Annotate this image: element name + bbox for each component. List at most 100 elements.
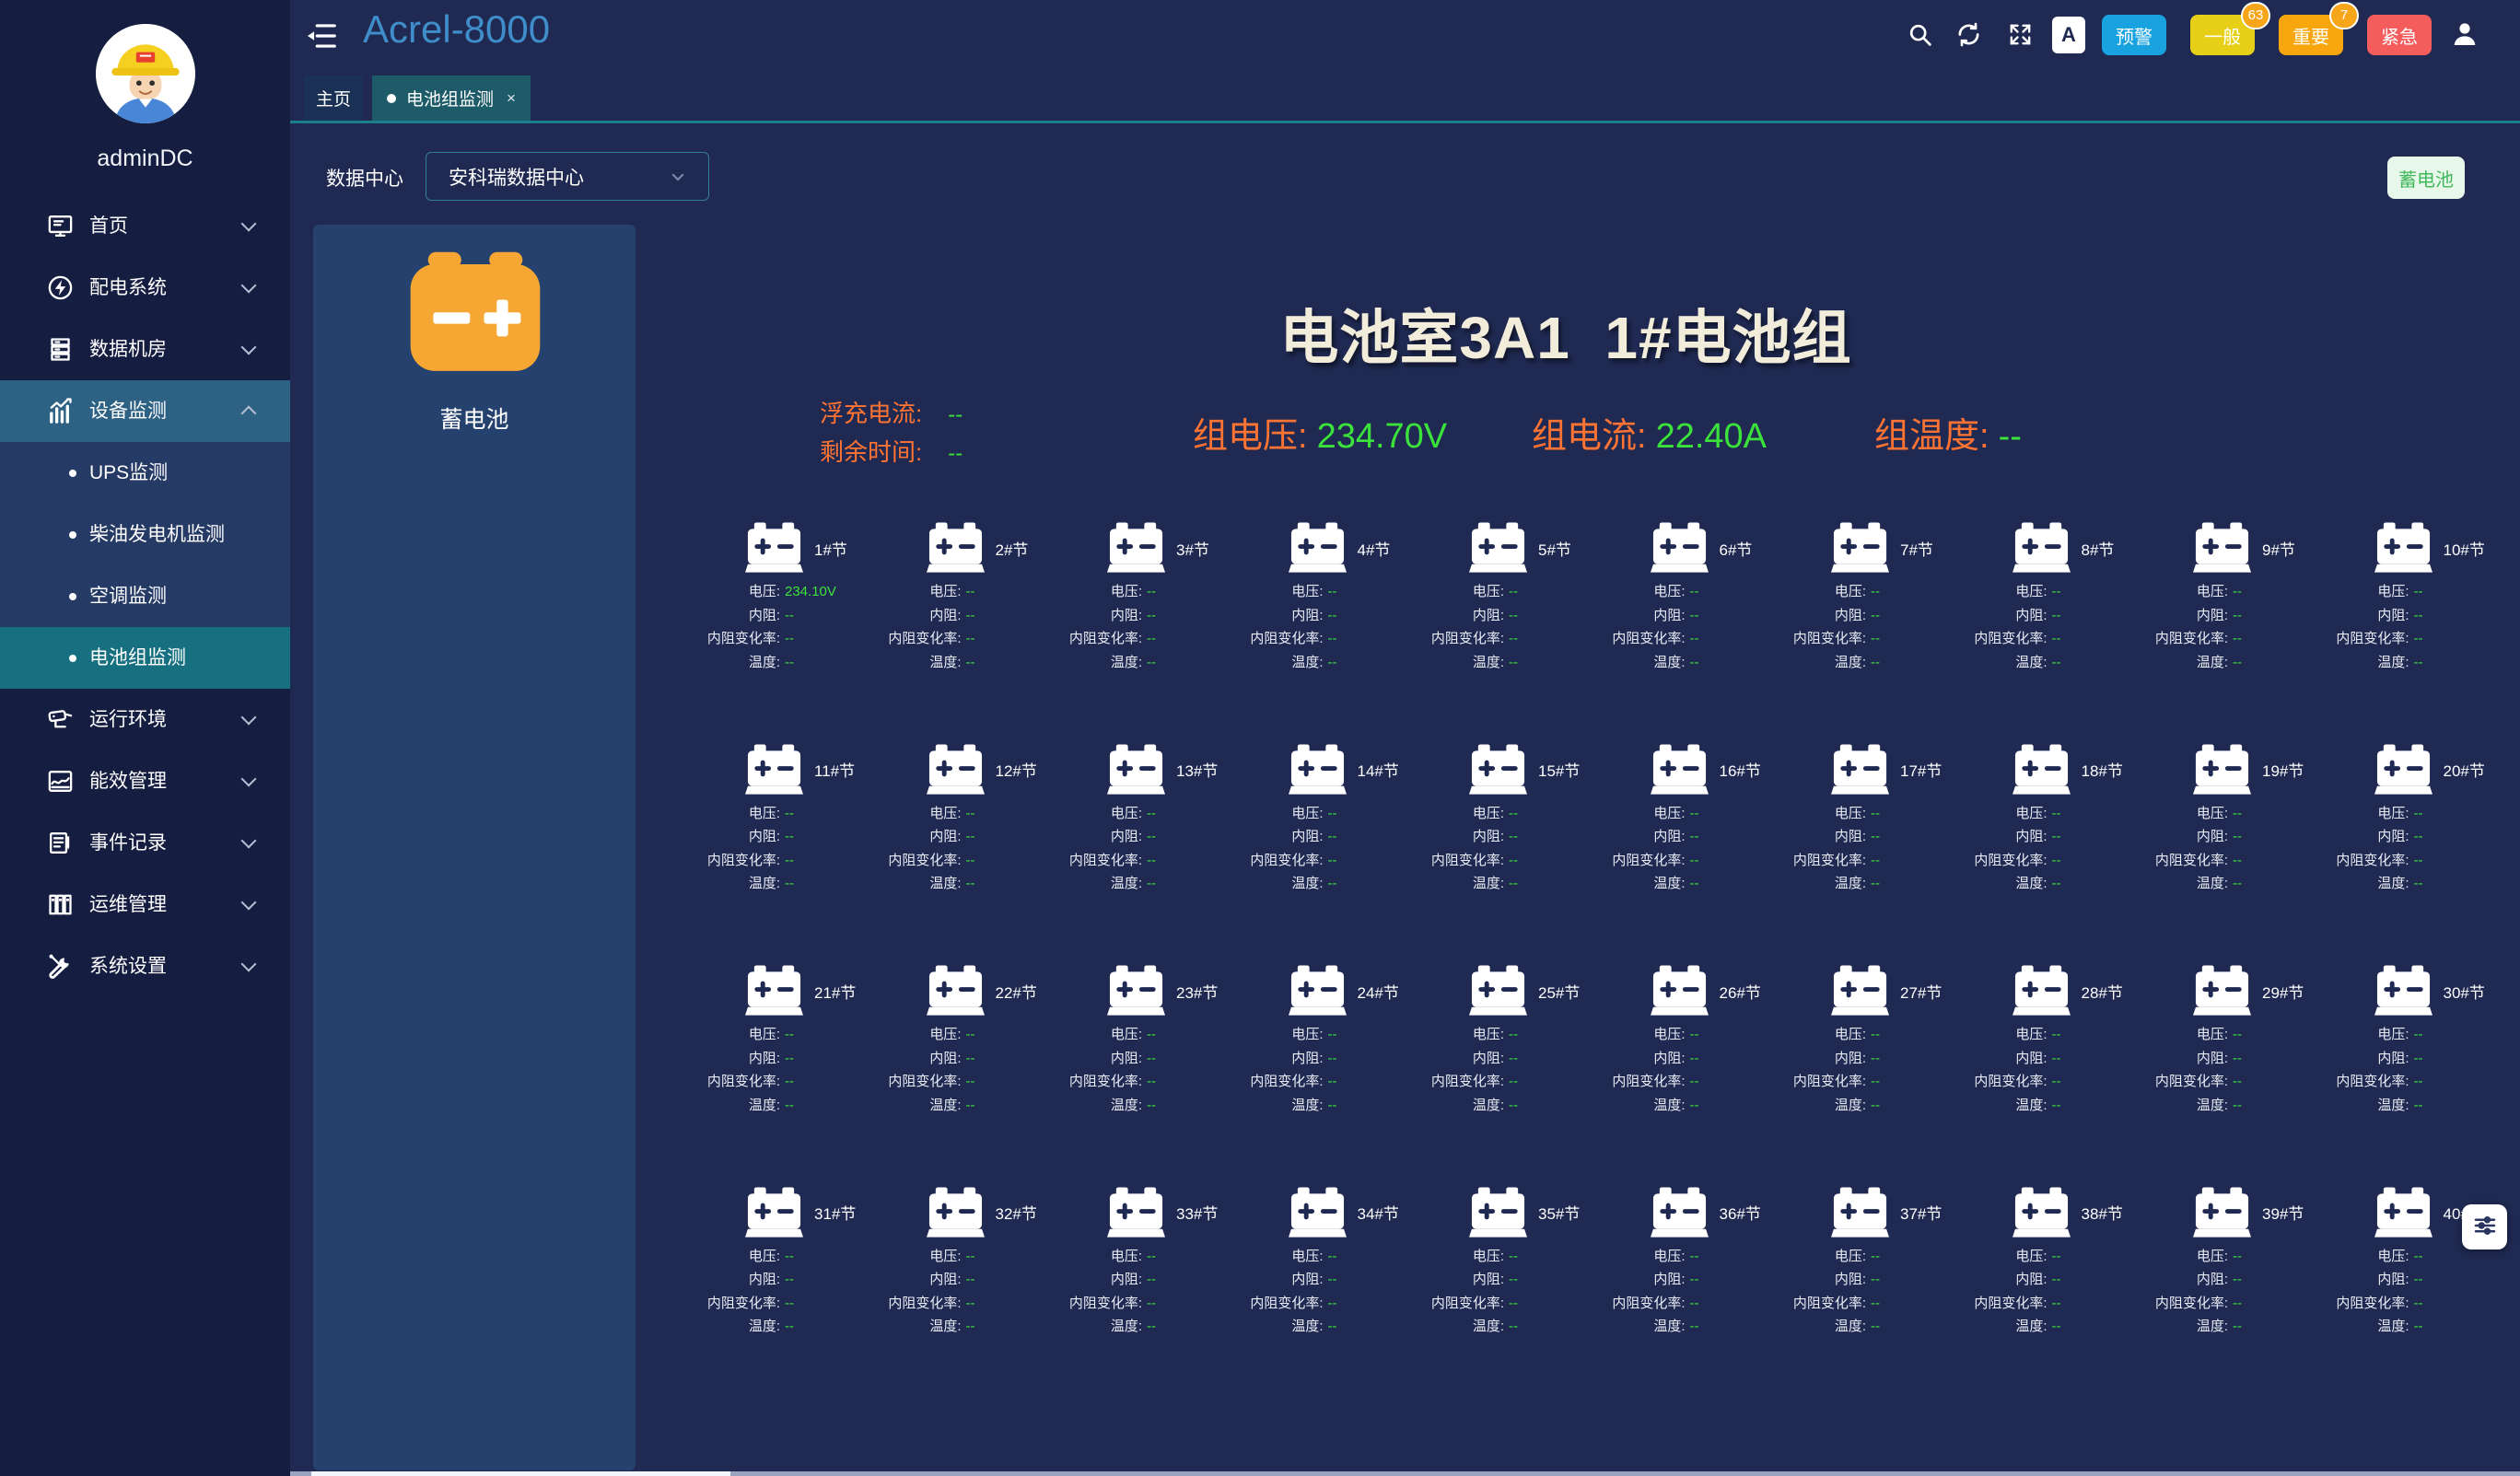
cell-field-value: -- <box>1328 872 1337 896</box>
battery-cell-39#节[interactable]: 39#节电压:--内阻:--内阻变化率:--温度:-- <box>2134 1176 2316 1398</box>
alarm-button-important[interactable]: 重要7 <box>2279 15 2343 55</box>
battery-cell-32#节[interactable]: 32#节电压:--内阻:--内阻变化率:--温度:-- <box>868 1176 1049 1398</box>
battery-cell-10#节[interactable]: 10#节电压:--内阻:--内阻变化率:--温度:-- <box>2316 511 2497 733</box>
battery-cell-26#节[interactable]: 26#节电压:--内阻:--内阻变化率:--温度:-- <box>1592 954 1773 1176</box>
sidebar-item-energy[interactable]: 能效管理 <box>0 750 290 812</box>
battery-cell-35#节[interactable]: 35#节电压:--内阻:--内阻变化率:--温度:-- <box>1410 1176 1592 1398</box>
cell-name: 22#节 <box>996 980 1037 1003</box>
alarm-button-general[interactable]: 一般63 <box>2190 15 2255 55</box>
refresh-icon[interactable] <box>1955 21 1982 48</box>
cell-header: 21#节 <box>686 965 868 1017</box>
filter-settings-button[interactable] <box>2462 1204 2507 1249</box>
battery-device-icon[interactable] <box>405 247 545 385</box>
battery-cell-12#节[interactable]: 12#节电压:--内阻:--内阻变化率:--温度:-- <box>868 733 1049 955</box>
cell-field-value: -- <box>1328 1292 1337 1316</box>
battery-cell-3#节[interactable]: 3#节电压:--内阻:--内阻变化率:--温度:-- <box>1048 511 1230 733</box>
cell-name: 36#节 <box>1720 1201 1761 1224</box>
energy-icon <box>46 767 75 796</box>
search-icon[interactable] <box>1907 21 1933 48</box>
sidebar-item-environment[interactable]: 运行环境 <box>0 689 290 750</box>
alarm-button-urgent[interactable]: 紧急 <box>2367 15 2432 55</box>
battery-cell-37#节[interactable]: 37#节电压:--内阻:--内阻变化率:--温度:-- <box>1772 1176 1954 1398</box>
battery-cell-30#节[interactable]: 30#节电压:--内阻:--内阻变化率:--温度:-- <box>2316 954 2497 1176</box>
battery-cell-18#节[interactable]: 18#节电压:--内阻:--内阻变化率:--温度:-- <box>1954 733 2135 955</box>
cell-field-row: 内阻变化率:-- <box>1592 627 1773 651</box>
sidebar-item-power-distribution[interactable]: 配电系统 <box>0 257 290 319</box>
battery-cell-31#节[interactable]: 31#节电压:--内阻:--内阻变化率:--温度:-- <box>686 1176 868 1398</box>
cell-field-value: -- <box>1690 604 1699 628</box>
battery-cell-25#节[interactable]: 25#节电压:--内阻:--内阻变化率:--温度:-- <box>1410 954 1592 1176</box>
battery-cell-7#节[interactable]: 7#节电压:--内阻:--内阻变化率:--温度:-- <box>1772 511 1954 733</box>
translate-icon[interactable]: A文 <box>2052 17 2085 53</box>
cell-field-label: 电压: <box>1048 802 1142 826</box>
battery-cell-17#节[interactable]: 17#节电压:--内阻:--内阻变化率:--温度:-- <box>1772 733 1954 955</box>
tab-home[interactable]: 主页 <box>304 76 363 121</box>
battery-cell-8#节[interactable]: 8#节电压:--内阻:--内阻变化率:--温度:-- <box>1954 511 2135 733</box>
cell-field-label: 电压: <box>1592 580 1686 604</box>
sidebar-subitem-diesel-generator-monitor[interactable]: 柴油发电机监测 <box>0 504 290 565</box>
sidebar-item-events[interactable]: 事件记录 <box>0 812 290 874</box>
sidebar-item-device-monitor[interactable]: 设备监测 <box>0 380 290 442</box>
battery-cell-21#节[interactable]: 21#节电压:--内阻:--内阻变化率:--温度:-- <box>686 954 868 1176</box>
user-icon[interactable] <box>2450 19 2479 49</box>
cell-field-label: 内阻: <box>686 1047 780 1071</box>
cell-field-row: 温度:-- <box>1772 1094 1954 1118</box>
avatar[interactable] <box>96 24 195 123</box>
sidebar-item-label: 首页 <box>89 195 128 257</box>
group-temperature-value: -- <box>1999 417 2022 456</box>
battery-cell-5#节[interactable]: 5#节电压:--内阻:--内阻变化率:--温度:-- <box>1410 511 1592 733</box>
sidebar-subitem-battery-monitor[interactable]: 电池组监测 <box>0 627 290 689</box>
battery-cell-2#节[interactable]: 2#节电压:--内阻:--内阻变化率:--温度:-- <box>868 511 1049 733</box>
cell-field-label: 温度: <box>1772 1315 1866 1339</box>
battery-cell-36#节[interactable]: 36#节电压:--内阻:--内阻变化率:--温度:-- <box>1592 1176 1773 1398</box>
battery-cell-11#节[interactable]: 11#节电压:--内阻:--内阻变化率:--温度:-- <box>686 733 868 955</box>
tab-battery-monitor[interactable]: 电池组监测 × <box>372 76 531 121</box>
cell-field-row: 温度:-- <box>2134 1094 2316 1118</box>
battery-cell-9#节[interactable]: 9#节电压:--内阻:--内阻变化率:--温度:-- <box>2134 511 2316 733</box>
battery-cell-15#节[interactable]: 15#节电压:--内阻:--内阻变化率:--温度:-- <box>1410 733 1592 955</box>
cell-field-label: 内阻: <box>2134 825 2228 849</box>
cell-field-value: -- <box>1147 1070 1156 1094</box>
menu-fold-icon[interactable] <box>304 18 339 53</box>
sidebar-item-settings[interactable]: 系统设置 <box>0 936 290 997</box>
battery-cell-16#节[interactable]: 16#节电压:--内阻:--内阻变化率:--温度:-- <box>1592 733 1773 955</box>
battery-cell-29#节[interactable]: 29#节电压:--内阻:--内阻变化率:--温度:-- <box>2134 954 2316 1176</box>
fullscreen-icon[interactable] <box>2007 21 2034 48</box>
cell-field-value: -- <box>1871 651 1880 675</box>
battery-icon <box>2012 522 2071 574</box>
battery-cell-33#节[interactable]: 33#节电压:--内阻:--内阻变化率:--温度:-- <box>1048 1176 1230 1398</box>
battery-cell-13#节[interactable]: 13#节电压:--内阻:--内阻变化率:--温度:-- <box>1048 733 1230 955</box>
close-icon[interactable]: × <box>507 89 516 108</box>
cell-field-row: 内阻:-- <box>1592 825 1773 849</box>
cell-field-row: 电压:-- <box>868 580 1049 604</box>
sidebar-item-home[interactable]: 首页 <box>0 195 290 257</box>
datacenter-select[interactable]: 安科瑞数据中心 <box>426 152 709 201</box>
cell-field-label: 温度: <box>1048 651 1142 675</box>
scrollbar-thumb[interactable] <box>311 1471 730 1476</box>
cell-field-row: 内阻:-- <box>686 1268 868 1292</box>
sidebar-subitem-ups-monitor[interactable]: UPS监测 <box>0 442 290 504</box>
cell-field-row: 温度:-- <box>1048 872 1230 896</box>
sidebar-item-data-room[interactable]: 数据机房 <box>0 319 290 380</box>
battery-cell-6#节[interactable]: 6#节电压:--内阻:--内阻变化率:--温度:-- <box>1592 511 1773 733</box>
cell-field-label: 内阻: <box>1954 1047 2048 1071</box>
battery-cell-27#节[interactable]: 27#节电压:--内阻:--内阻变化率:--温度:-- <box>1772 954 1954 1176</box>
battery-cell-24#节[interactable]: 24#节电压:--内阻:--内阻变化率:--温度:-- <box>1230 954 1411 1176</box>
battery-cell-22#节[interactable]: 22#节电压:--内阻:--内阻变化率:--温度:-- <box>868 954 1049 1176</box>
horizontal-scrollbar[interactable] <box>290 1471 2520 1476</box>
battery-cell-20#节[interactable]: 20#节电压:--内阻:--内阻变化率:--温度:-- <box>2316 733 2497 955</box>
battery-cell-14#节[interactable]: 14#节电压:--内阻:--内阻变化率:--温度:-- <box>1230 733 1411 955</box>
cell-field-label: 内阻: <box>1772 1268 1866 1292</box>
battery-type-button[interactable]: 蓄电池 <box>2387 157 2465 199</box>
battery-cell-1#节[interactable]: 1#节电压:234.10V内阻:--内阻变化率:--温度:-- <box>686 511 868 733</box>
battery-cell-38#节[interactable]: 38#节电压:--内阻:--内阻变化率:--温度:-- <box>1954 1176 2135 1398</box>
battery-cell-19#节[interactable]: 19#节电压:--内阻:--内阻变化率:--温度:-- <box>2134 733 2316 955</box>
alarm-button-forewarn[interactable]: 预警 <box>2102 15 2166 55</box>
battery-cell-4#节[interactable]: 4#节电压:--内阻:--内阻变化率:--温度:-- <box>1230 511 1411 733</box>
battery-cell-34#节[interactable]: 34#节电压:--内阻:--内阻变化率:--温度:-- <box>1230 1176 1411 1398</box>
sidebar-item-ops[interactable]: 运维管理 <box>0 874 290 936</box>
battery-cell-23#节[interactable]: 23#节电压:--内阻:--内阻变化率:--温度:-- <box>1048 954 1230 1176</box>
battery-icon <box>1469 744 1527 796</box>
sidebar-subitem-aircon-monitor[interactable]: 空调监测 <box>0 565 290 627</box>
battery-cell-28#节[interactable]: 28#节电压:--内阻:--内阻变化率:--温度:-- <box>1954 954 2135 1176</box>
